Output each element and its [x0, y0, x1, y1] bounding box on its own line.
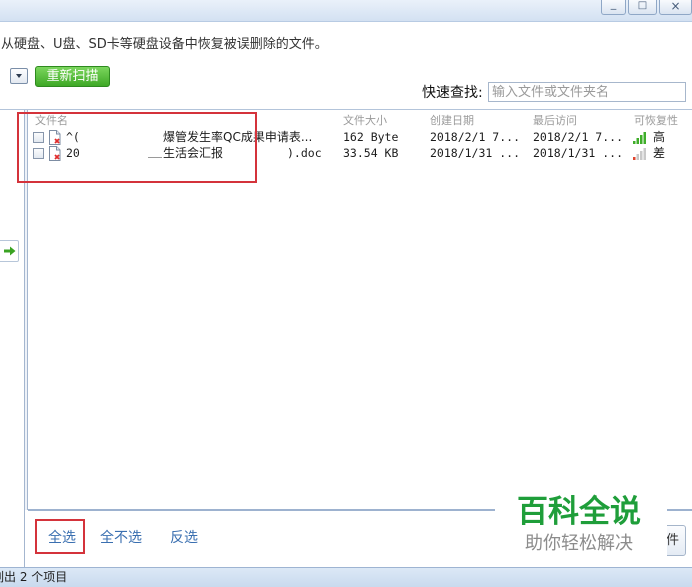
column-header-recoverability[interactable]: 可恢复性 [634, 114, 678, 127]
signal-bars-icon [633, 132, 646, 144]
search-input[interactable] [488, 82, 686, 102]
recoverability-text: 差 [653, 146, 666, 160]
maximize-button[interactable]: □ [628, 0, 657, 15]
accessed-date: 2018/2/1 7... [533, 130, 624, 144]
recover-bar [640, 135, 643, 144]
close-icon: × [670, 0, 681, 13]
created-date: 2018/1/31 ... [430, 146, 521, 160]
invert-selection-link[interactable]: 反选 [170, 530, 198, 546]
annotation-box-select-all [35, 519, 85, 554]
recoverability-text: 高 [653, 130, 666, 144]
recover-bar [643, 132, 646, 144]
rescan-button[interactable]: 重新扫描 [35, 66, 110, 87]
status-text: 列出 2 个项目 [0, 570, 68, 584]
recover-bar [643, 148, 646, 160]
file-size: 162 Byte [343, 130, 399, 144]
title-bar [0, 0, 692, 22]
select-none-link[interactable]: 全不选 [100, 530, 142, 546]
minimize-button[interactable]: _ [601, 0, 626, 15]
column-header-created[interactable]: 创建日期 [430, 114, 474, 127]
column-header-accessed[interactable]: 最后访问 [533, 114, 577, 127]
annotation-box-files [17, 112, 257, 183]
accessed-date: 2018/1/31 ... [533, 146, 624, 160]
expand-panel-button[interactable] [0, 240, 19, 262]
created-date: 2018/2/1 7... [430, 130, 521, 144]
watermark: 百科全说 助你轻松解决 [495, 478, 667, 562]
arrow-right-icon [4, 246, 16, 256]
file-size: 33.54 KB [343, 146, 399, 160]
close-button[interactable]: × [659, 0, 692, 15]
status-bar: 列出 2 个项目 [0, 567, 692, 587]
signal-bars-icon [633, 148, 646, 160]
search-label: 快速查找: [422, 85, 483, 101]
recover-bar [636, 138, 639, 144]
column-header-size[interactable]: 文件大小 [343, 114, 387, 127]
maximize-icon: □ [637, 0, 648, 11]
scan-source-dropdown[interactable] [10, 68, 28, 84]
recover-bar [633, 141, 636, 144]
watermark-title: 百科全说 [517, 494, 641, 530]
chevron-down-icon [16, 74, 22, 78]
recover-bar [640, 151, 643, 160]
minimize-icon: _ [610, 0, 617, 10]
recover-bar [636, 154, 639, 160]
page-description: 从硬盘、U盘、SD卡等硬盘设备中恢复被误删除的文件。 [1, 37, 328, 52]
watermark-subtitle: 助你轻松解决 [525, 533, 633, 554]
file-name-suffix: ).doc [287, 146, 322, 160]
recover-bar [633, 157, 636, 160]
